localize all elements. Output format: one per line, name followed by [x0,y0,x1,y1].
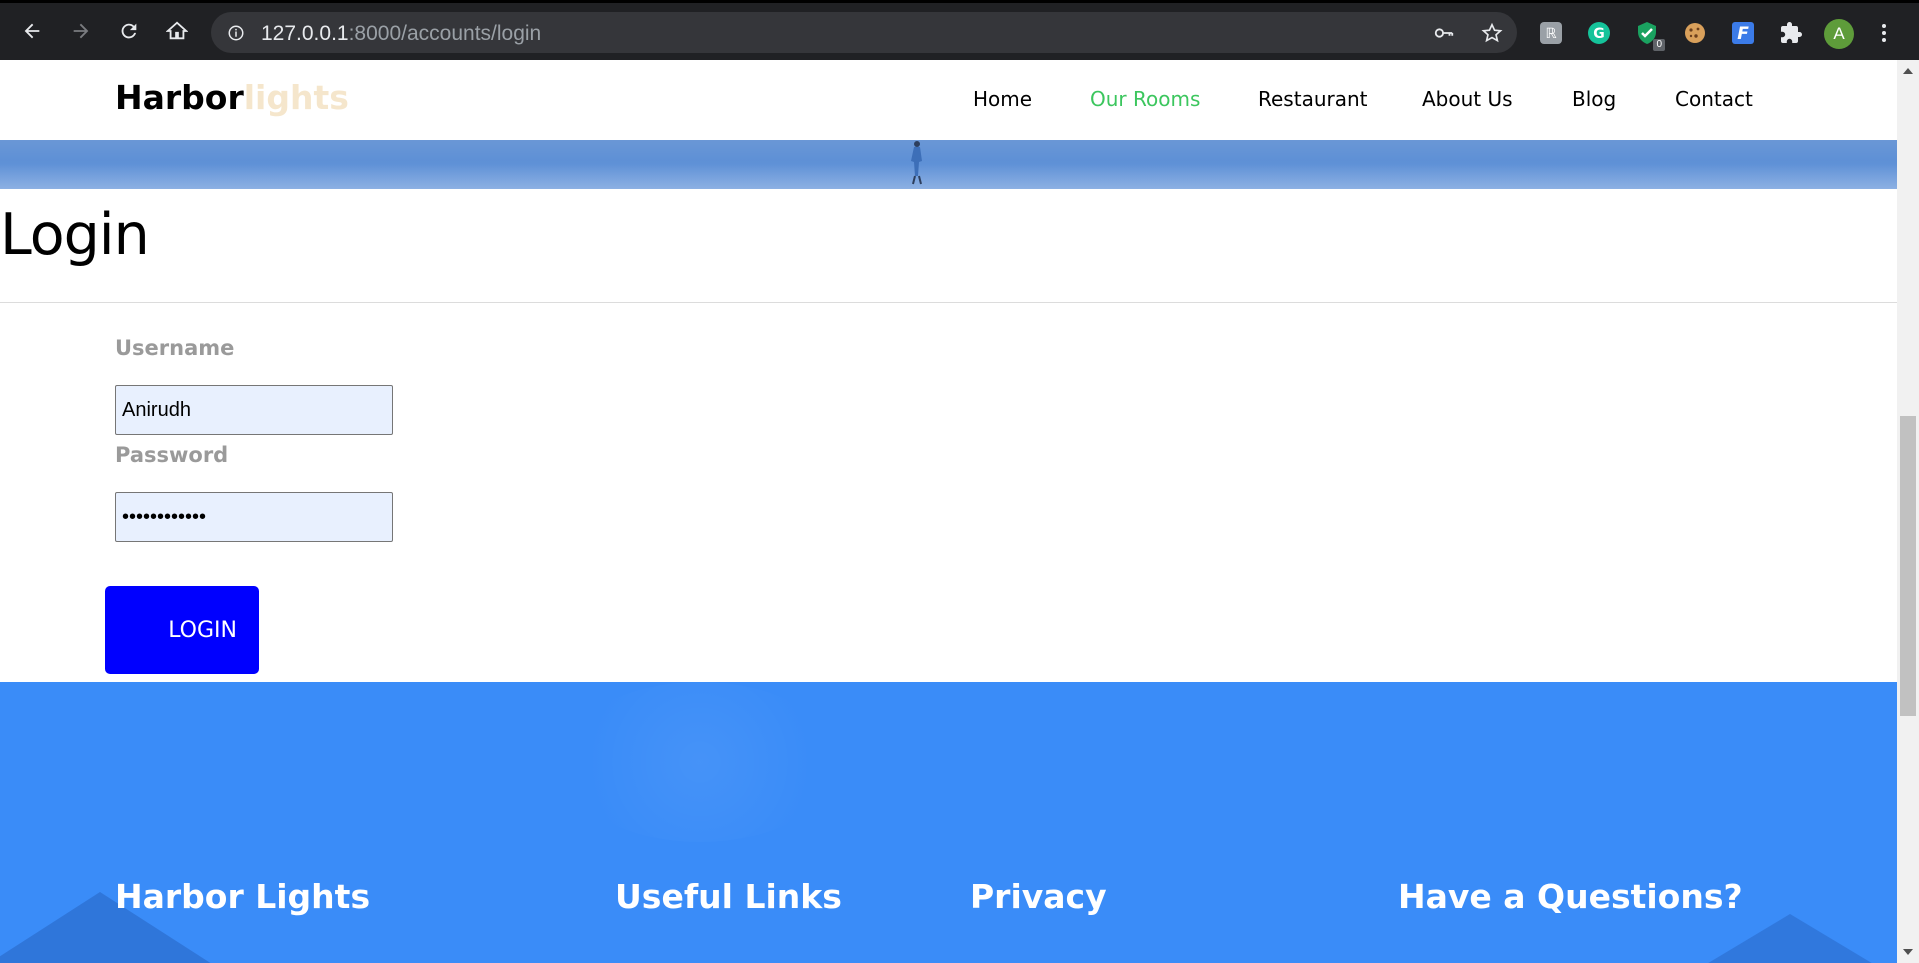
scroll-up-icon[interactable] [1903,68,1913,74]
scroll-down-icon[interactable] [1903,949,1913,955]
footer-heading-privacy: Privacy [970,877,1107,916]
grammarly-icon[interactable]: G [1587,21,1611,45]
profile-avatar[interactable]: A [1824,19,1854,49]
footer-mountain-right [1690,914,1890,963]
url-path: :8000/accounts/login [348,22,542,45]
username-input[interactable] [115,385,393,435]
scrollbar-thumb[interactable] [1900,416,1916,716]
arrow-left-icon [24,23,40,39]
home-icon [166,21,188,40]
divider [0,302,1897,303]
url-text[interactable]: 127.0.0.1:8000/accounts/login [261,22,541,46]
logo-main-text: Harbor [115,78,244,117]
cookie-icon[interactable] [1683,21,1707,45]
forward-button[interactable] [67,17,95,45]
site-footer: Harbor Lights Useful Links Privacy Have … [0,682,1897,963]
reload-button[interactable] [115,17,143,45]
password-label: Password [115,443,229,467]
reload-icon [121,23,137,39]
nav-contact[interactable]: Contact [1675,87,1753,111]
page-viewport: Harborlights Home Our Rooms Restaurant A… [0,60,1897,963]
svg-text:G: G [1593,26,1605,42]
page-title: Login [0,202,150,268]
footer-cloud [560,682,840,842]
nav-blog[interactable]: Blog [1572,87,1616,111]
site-info-icon[interactable] [226,23,246,43]
puzzle-icon[interactable] [1779,21,1803,45]
nav-about-us[interactable]: About Us [1422,87,1513,111]
address-bar[interactable]: 127.0.0.1:8000/accounts/login [211,12,1517,53]
site-logo[interactable]: Harborlights [115,78,349,117]
site-header: Harborlights Home Our Rooms Restaurant A… [0,60,1897,140]
footer-heading-questions: Have a Questions? [1398,877,1743,916]
url-host: 127.0.0.1 [261,22,349,45]
browser-toolbar: 127.0.0.1:8000/accounts/login ℝ G 0 F A [0,0,1919,60]
nav-restaurant[interactable]: Restaurant [1258,87,1368,111]
hero-water [0,160,1897,189]
footer-heading-useful-links: Useful Links [615,877,842,916]
nav-our-rooms[interactable]: Our Rooms [1090,87,1200,111]
logo-accent-text: lights [243,78,349,117]
arrow-right-icon [73,23,89,39]
password-input[interactable] [115,492,393,542]
key-icon[interactable] [1433,22,1455,44]
f-icon[interactable]: F [1731,21,1755,45]
reading-extension-icon[interactable]: ℝ [1539,21,1563,45]
username-label: Username [115,336,235,360]
hero-image [0,140,1897,189]
person-figure [911,141,922,185]
login-button[interactable]: LOGIN [105,586,259,674]
shield-check-icon[interactable]: 0 [1635,21,1665,51]
extension-badge: 0 [1653,39,1665,51]
svg-text:F: F [1737,24,1749,44]
footer-heading-harbor-lights: Harbor Lights [115,877,371,916]
back-button[interactable] [18,17,46,45]
more-menu-icon[interactable] [1872,21,1896,45]
nav-home[interactable]: Home [973,87,1032,111]
home-button[interactable] [163,17,191,45]
page-scrollbar[interactable] [1897,60,1919,963]
svg-text:ℝ: ℝ [1545,26,1557,42]
star-icon[interactable] [1481,22,1503,44]
